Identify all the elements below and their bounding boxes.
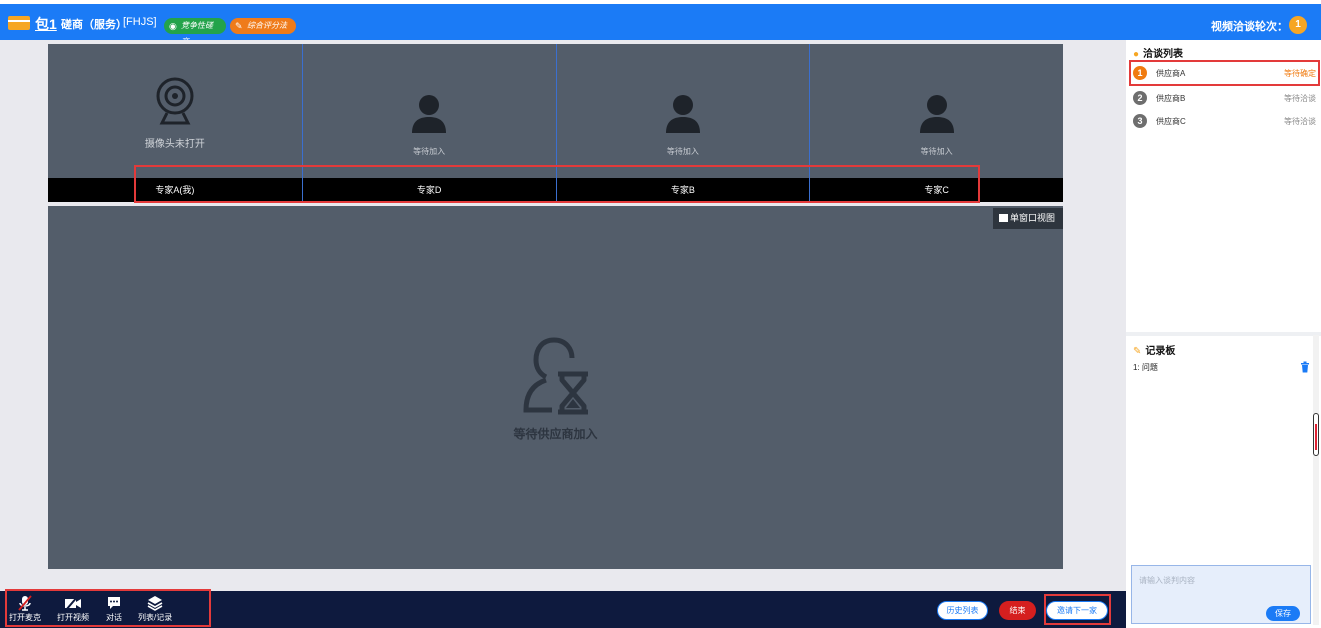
notes-title-text: 记录板 — [1145, 346, 1176, 357]
trash-icon[interactable] — [1300, 361, 1310, 373]
chat-icon — [108, 597, 120, 609]
negotiation-list-title-text: 洽谈列表 — [1143, 49, 1184, 60]
package-link[interactable]: 包1 — [35, 14, 57, 34]
user-icon: ● — [1133, 49, 1140, 60]
supplier-name: 供应商A — [1156, 69, 1186, 78]
expert-tile[interactable]: 等待加入 专家C — [809, 44, 1063, 202]
video-off-icon — [65, 595, 81, 611]
notes-list: 1: 问题 — [1133, 362, 1158, 373]
video-button[interactable]: 打开视频 — [57, 595, 89, 623]
list-item-number: 1 — [1133, 66, 1147, 80]
save-button[interactable]: 保存 — [1266, 606, 1300, 621]
note-input[interactable] — [1139, 570, 1304, 590]
invite-next-button[interactable]: 邀请下一家 — [1046, 601, 1108, 620]
expert-tile[interactable]: 等待加入 专家D — [301, 44, 556, 202]
pencil-icon: ✎ — [235, 21, 243, 31]
supplier-status: 等待洽谈 — [1284, 117, 1316, 126]
header-bar: 包1 磋商（服务） [FHJS] ◉ 竞争性磋商 ✎ 综合评分法 视频洽谈轮次：… — [0, 4, 1321, 46]
video-label: 打开视频 — [57, 613, 89, 622]
chat-button[interactable]: 对话 — [106, 595, 122, 623]
waiting-text: 等待加入 — [666, 147, 699, 156]
expert-name: 专家D — [302, 178, 556, 202]
project-code: [FHJS] — [123, 16, 157, 28]
negotiation-list-title: ● 洽谈列表 — [1133, 45, 1183, 60]
expert-video-strip: 摄像头未打开 专家A(我) 等待加入 专家D 等待加入 专家B 等待加入 专家C — [48, 44, 1063, 202]
list-item-number: 2 — [1133, 91, 1147, 105]
single-view-button[interactable]: 单窗口视图 — [992, 208, 1063, 229]
basket-icon: ◉ — [169, 21, 177, 31]
chat-label: 对话 — [106, 613, 122, 622]
competitive-tag: ◉ 竞争性磋商 — [164, 18, 226, 46]
expert-tile[interactable]: 等待加入 专家B — [555, 44, 810, 202]
waiting-text: 等待加入 — [413, 147, 446, 156]
scoring-tag: ✎ 综合评分法 — [230, 18, 296, 34]
expert-name: 专家A(我) — [48, 178, 302, 202]
window-icon — [998, 214, 1008, 222]
note-item: 1: 问题 — [1133, 363, 1158, 372]
control-bar: 打开麦克 打开视频 对话 列表/记录 历史列表 结束 邀请下一家 — [0, 591, 1126, 628]
end-button[interactable]: 结束 — [999, 601, 1036, 620]
expert-name: 专家C — [810, 178, 1063, 202]
notes-title: ✎ 记录板 — [1133, 342, 1175, 357]
list-item[interactable]: 1 供应商A 等待确定 — [1133, 65, 1316, 83]
layers-icon — [147, 596, 163, 611]
scoring-tag-label: 综合评分法 — [247, 21, 287, 30]
history-list-button[interactable]: 历史列表 — [937, 601, 988, 620]
notes-scrollbar[interactable] — [1313, 335, 1319, 625]
folder-icon — [8, 16, 30, 30]
supplier-name: 供应商C — [1156, 117, 1186, 126]
mic-label: 打开麦克 — [9, 613, 41, 622]
expert-name: 专家B — [556, 178, 810, 202]
list-item-number: 3 — [1133, 114, 1147, 128]
records-button[interactable]: 列表/记录 — [138, 595, 172, 623]
expert-tile[interactable]: 摄像头未打开 专家A(我) — [48, 44, 302, 202]
person-icon — [919, 95, 954, 133]
user-hourglass-icon — [523, 337, 588, 415]
right-panel: ● 洽谈列表 1 供应商A 等待确定 2 供应商B 等待洽谈 3 供应商C 等待洽… — [1126, 40, 1321, 628]
webcam-icon — [156, 77, 194, 125]
mic-off-icon — [18, 595, 32, 611]
rounds-badge: 1 — [1289, 16, 1307, 34]
project-title: 磋商（服务） — [61, 19, 127, 31]
supplier-video: 单窗口视图 等待供应商加入 — [48, 206, 1063, 569]
panel-divider — [1126, 332, 1321, 336]
camera-off-text: 摄像头未打开 — [144, 139, 205, 150]
mic-button[interactable]: 打开麦克 — [9, 595, 41, 623]
supplier-status: 等待洽谈 — [1284, 94, 1316, 103]
single-view-label: 单窗口视图 — [1009, 213, 1055, 223]
list-item[interactable]: 2 供应商B 等待洽谈 — [1133, 90, 1316, 108]
person-icon — [412, 95, 447, 133]
list-item[interactable]: 3 供应商C 等待洽谈 — [1133, 113, 1316, 131]
records-label: 列表/记录 — [138, 613, 173, 622]
person-icon — [665, 95, 700, 133]
notes-scrollbar-thumb[interactable] — [1313, 413, 1319, 456]
pencil-icon: ✎ — [1133, 346, 1142, 357]
supplier-status: 等待确定 — [1284, 69, 1316, 78]
waiting-supplier-text: 等待供应商加入 — [513, 427, 598, 441]
supplier-name: 供应商B — [1156, 94, 1186, 103]
waiting-text: 等待加入 — [920, 147, 953, 156]
rounds-label: 视频洽谈轮次： — [1211, 21, 1288, 33]
note-editor: 保存 — [1131, 565, 1311, 624]
